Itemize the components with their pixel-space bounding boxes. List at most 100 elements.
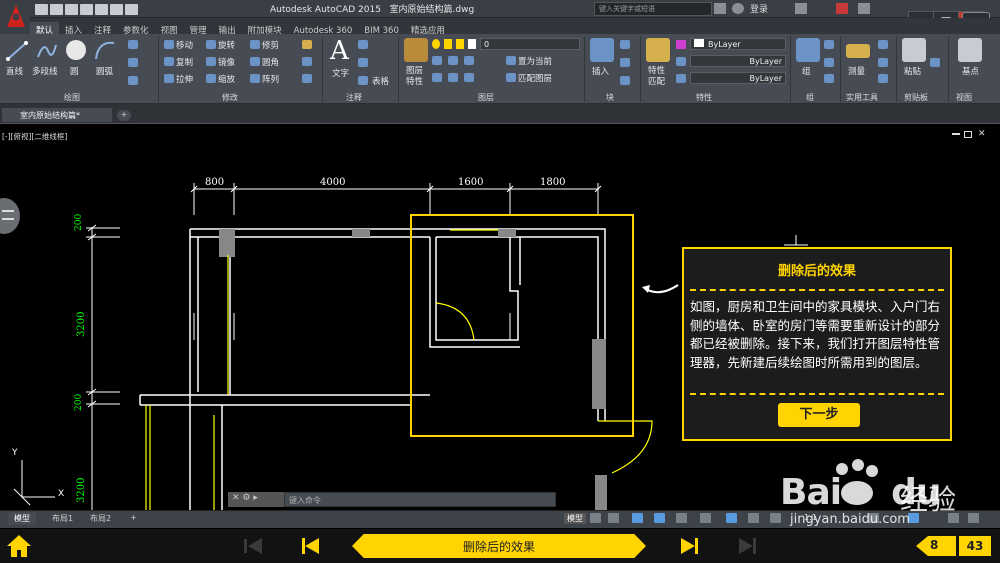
save-icon[interactable] [65,4,78,15]
layer-isolate-icon[interactable] [448,56,458,65]
open-icon[interactable] [50,4,63,15]
application-menu-button[interactable] [0,0,30,36]
match-layer-button[interactable]: 匹配图层 [518,72,552,84]
erase-icon[interactable] [302,40,312,49]
group-icon[interactable] [796,38,820,62]
layer-walk-icon[interactable] [464,73,474,82]
otrack-icon[interactable] [726,513,737,523]
base-view-icon[interactable] [958,38,982,62]
hatch-icon[interactable] [128,58,138,67]
scale-button[interactable]: 缩放 [218,73,235,85]
viewport-close-icon[interactable]: ✕ [978,129,986,139]
layer-freeze-icon[interactable] [464,56,474,65]
arc-icon[interactable] [94,39,116,63]
search-icon[interactable] [714,3,726,14]
linetype-dropdown[interactable]: ByLayer [690,55,786,67]
isodraft-icon[interactable] [676,513,687,523]
circle-icon[interactable] [64,38,88,62]
grid-icon[interactable] [590,513,601,523]
copy-button[interactable]: 复制 [176,56,193,68]
snap-icon[interactable] [608,513,619,523]
layer-dropdown[interactable]: 0 [480,38,580,50]
help-icon[interactable] [858,3,870,14]
layout-tab-model[interactable]: 模型 [8,512,36,525]
undo-icon[interactable] [110,4,123,15]
layer-lock-icon[interactable] [432,73,442,82]
lineweight-dropdown[interactable]: ByLayer [690,72,786,84]
line-icon[interactable] [6,39,28,63]
region-icon[interactable] [128,76,138,85]
print-icon[interactable] [95,4,108,15]
circle-button[interactable]: 圆 [70,65,79,77]
point-id-icon[interactable] [878,74,888,83]
transparency-icon[interactable] [770,513,781,523]
layer-color-swatch[interactable] [468,39,476,49]
command-tools[interactable]: ✕ ⚙ ▸ [228,492,284,507]
array-icon[interactable] [250,74,260,83]
edit-attributes-icon[interactable] [620,76,630,85]
previous-page-icon[interactable] [302,537,320,555]
stretch-icon[interactable] [164,74,174,83]
layer-unlock-icon[interactable] [448,73,458,82]
command-input[interactable]: 键入命令 [284,492,556,507]
hamburger-icon[interactable] [2,210,14,220]
base-view-button[interactable]: 基点 [962,65,979,77]
mirror-icon[interactable] [206,57,216,66]
polar-icon[interactable] [654,513,665,523]
rotate-icon[interactable] [206,40,216,49]
match-layer-icon[interactable] [506,73,516,82]
lock-icon[interactable] [456,39,464,49]
polyline-icon[interactable] [36,39,58,63]
next-page-icon[interactable] [680,537,698,555]
offset-icon[interactable] [302,74,312,83]
next-step-button[interactable]: 下一步 [778,403,860,427]
table-icon[interactable] [358,76,368,85]
ortho-icon[interactable] [632,513,643,523]
layer-properties-icon[interactable] [404,38,428,62]
table-button[interactable]: 表格 [372,75,389,87]
exchange-icon[interactable] [795,3,807,14]
redo-icon[interactable] [125,4,138,15]
add-layout-tab[interactable]: + [124,512,143,525]
copy-icon[interactable] [164,57,174,66]
set-current-button[interactable]: 置为当前 [518,55,552,67]
model-space-toggle[interactable]: 模型 [564,513,586,524]
rectangle-icon[interactable] [128,40,138,49]
move-icon[interactable] [164,40,174,49]
leader-icon[interactable] [358,58,368,67]
match-properties-icon[interactable] [646,38,670,62]
paste-button[interactable]: 粘贴 [904,65,921,77]
customize-icon[interactable] [968,513,979,523]
explode-icon[interactable] [302,57,312,66]
insert-block-button[interactable]: 插入 [592,65,609,77]
viewport-restore-icon[interactable] [964,131,972,138]
new-icon[interactable] [35,4,48,15]
calculator-icon[interactable] [878,58,888,67]
mirror-button[interactable]: 镜像 [218,56,235,68]
search-input[interactable]: 键入关键字或短语 [594,2,712,16]
trim-icon[interactable] [250,40,260,49]
text-button[interactable]: 文字 [332,67,349,79]
trim-button[interactable]: 修剪 [262,39,279,51]
insert-block-icon[interactable] [590,38,614,62]
color-dropdown[interactable]: ByLayer [690,38,786,50]
arc-button[interactable]: 圆弧 [96,65,113,77]
group-edit-icon[interactable] [824,58,834,67]
new-document-tab[interactable]: + [117,110,131,121]
create-block-icon[interactable] [620,40,630,49]
group-button[interactable]: 组 [802,65,811,77]
home-icon[interactable] [6,534,32,558]
viewport-controls[interactable]: [-][俯视][二维线框] [2,131,67,142]
rotate-button[interactable]: 旋转 [218,39,235,51]
set-current-icon[interactable] [506,56,516,65]
array-button[interactable]: 阵列 [262,73,279,85]
stretch-button[interactable]: 拉伸 [176,73,193,85]
quick-select-icon[interactable] [878,40,888,49]
polyline-button[interactable]: 多段线 [32,65,58,77]
fillet-button[interactable]: 圆角 [262,56,279,68]
copy-clip-icon[interactable] [930,58,940,67]
scale-icon[interactable] [206,74,216,83]
osnap-icon[interactable] [700,513,711,523]
move-button[interactable]: 移动 [176,39,193,51]
viewport-minimize-icon[interactable] [952,133,960,135]
